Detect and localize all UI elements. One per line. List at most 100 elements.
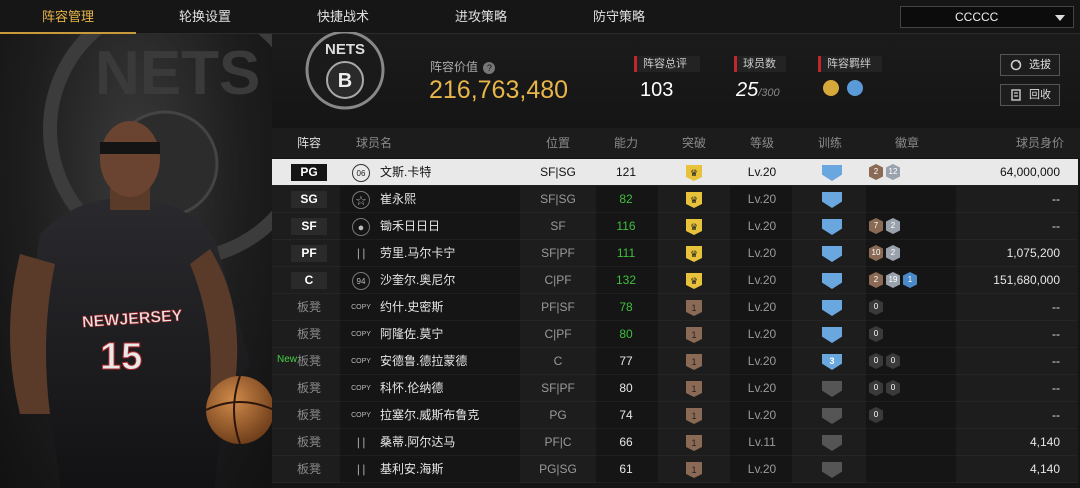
bonds-label: 阵容羁绊 xyxy=(818,56,882,72)
badge-chip[interactable]: 10 xyxy=(869,245,883,261)
player-position: PF|SF xyxy=(541,300,575,314)
player-ability: 74 xyxy=(619,408,633,422)
player-ability: 121 xyxy=(615,165,637,179)
lineup-value-label: 阵容价值 ? xyxy=(430,58,496,75)
table-row[interactable]: SG ☆ 崔永熙 SF|SG 82 ♛ Lv.20 -- xyxy=(272,186,1078,213)
col-name[interactable]: 球员名 xyxy=(354,128,394,158)
badge-chip[interactable]: 0 xyxy=(886,353,900,369)
player-position: C|PF xyxy=(544,327,572,341)
player-value: -- xyxy=(1052,408,1060,422)
badge-chip[interactable]: 0 xyxy=(869,299,883,315)
bench-label[interactable]: 板凳 xyxy=(291,429,327,456)
badge-chip[interactable]: 2 xyxy=(869,272,883,288)
player-level: Lv.11 xyxy=(748,435,776,449)
team-select-dropdown[interactable]: CCCCC xyxy=(900,6,1074,28)
player-value: 4,140 xyxy=(1029,462,1060,476)
badge-chip[interactable]: 0 xyxy=(869,380,883,396)
player-ability: 78 xyxy=(619,300,633,314)
bonds-icons[interactable] xyxy=(823,80,864,101)
copy-card-icon: COPY xyxy=(351,331,371,338)
player-value: 151,680,000 xyxy=(993,273,1060,287)
lineup-slot-badge[interactable]: PF xyxy=(291,245,327,262)
player-level: Lv.20 xyxy=(747,246,777,260)
badge-chip[interactable]: 0 xyxy=(869,326,883,342)
player-name[interactable]: 基利安.海斯 xyxy=(380,456,443,483)
tab-lineup-management[interactable]: 阵容管理 xyxy=(0,0,136,34)
bench-label[interactable]: 板凳 xyxy=(291,348,327,375)
select-button[interactable]: 选拔 xyxy=(1000,54,1060,76)
bars-icon: ∣∣ xyxy=(355,248,367,260)
table-row[interactable]: SF ● 锄禾日日日 SF 116 ♛ Lv.20 7 2 -- xyxy=(272,213,1078,240)
player-level: Lv.20 xyxy=(747,408,777,422)
badge-chip[interactable]: 0 xyxy=(886,380,900,396)
badge-chip[interactable]: 2 xyxy=(869,164,883,180)
col-breakthrough[interactable]: 突破 xyxy=(670,128,718,158)
player-position: PG xyxy=(549,408,567,422)
player-name[interactable]: 约什.史密斯 xyxy=(380,294,443,321)
player-name[interactable]: 崔永熙 xyxy=(380,186,416,213)
player-level: Lv.20 xyxy=(747,381,777,395)
table-row[interactable]: 板凳 ∣∣ 桑蒂.阿尔达马 PF|C 66 1 Lv.11 4,140 xyxy=(272,429,1078,456)
help-icon[interactable]: ? xyxy=(483,62,496,74)
badge-chip[interactable]: 12 xyxy=(886,164,900,180)
player-name[interactable]: 劳里.马尔卡宁 xyxy=(380,240,455,267)
lineup-slot-badge[interactable]: SG xyxy=(291,191,327,208)
lineup-slot-badge[interactable]: C xyxy=(291,272,327,289)
bench-label[interactable]: 板凳 xyxy=(291,402,327,429)
bench-label[interactable]: 板凳 xyxy=(291,294,327,321)
badge-chip[interactable]: 0 xyxy=(869,407,883,423)
col-badges[interactable]: 徽章 xyxy=(874,128,940,158)
player-ability: 61 xyxy=(619,462,633,476)
team-logo: NETS B xyxy=(305,32,385,110)
players-value: 25 xyxy=(736,79,759,101)
table-row[interactable]: 板凳 COPY 阿隆佐.莫宁 C|PF 80 1 Lv.20 0 -- xyxy=(272,321,1078,348)
table-row[interactable]: 板凳 COPY 约什.史密斯 PF|SF 78 1 Lv.20 0 -- xyxy=(272,294,1078,321)
badge-chip[interactable]: 1 xyxy=(903,272,917,288)
player-name[interactable]: 锄禾日日日 xyxy=(380,213,440,240)
player-name[interactable]: 桑蒂.阿尔达马 xyxy=(380,429,455,456)
table-row[interactable]: 板凳 COPY 科怀.伦纳德 SF|PF 80 1 Lv.20 0 0 -- xyxy=(272,375,1078,402)
lineup-slot-badge[interactable]: PG xyxy=(291,164,327,181)
recycle-button[interactable]: 回收 xyxy=(1000,84,1060,106)
tab-defense-strategy[interactable]: 防守策略 xyxy=(550,0,688,34)
player-value: -- xyxy=(1052,354,1060,368)
col-position[interactable]: 位置 xyxy=(528,128,588,158)
bench-label[interactable]: 板凳 xyxy=(291,375,327,402)
player-ability: 66 xyxy=(619,435,633,449)
tab-rotation-settings[interactable]: 轮换设置 xyxy=(136,0,274,34)
player-value: -- xyxy=(1052,381,1060,395)
bars-icon: ∣∣ xyxy=(355,464,367,476)
player-name[interactable]: 拉塞尔.威斯布鲁克 xyxy=(380,402,479,429)
table-row[interactable]: PG 06 文斯.卡特 SF|SG 121 ♛ Lv.20 2 12 64,000,000 xyxy=(272,159,1078,186)
table-row[interactable]: PF ∣∣ 劳里.马尔卡宁 SF|PF 111 ♛ Lv.20 10 2 1,075,200 xyxy=(272,240,1078,267)
player-name[interactable]: 文斯.卡特 xyxy=(380,159,431,186)
jersey-number-text: 15 xyxy=(100,336,142,378)
player-name[interactable]: 安德鲁.德拉蒙德 xyxy=(380,348,467,375)
badge-chip[interactable]: 19 xyxy=(886,272,900,288)
tab-offense-strategy[interactable]: 进攻策略 xyxy=(412,0,550,34)
col-ability[interactable]: 能力 xyxy=(602,128,650,158)
player-name[interactable]: 沙奎尔.奥尼尔 xyxy=(380,267,455,294)
table-row[interactable]: 板凳 COPY 拉塞尔.威斯布鲁克 PG 74 1 Lv.20 0 -- xyxy=(272,402,1078,429)
player-position: C|PF xyxy=(544,273,572,287)
col-value[interactable]: 球员身价 xyxy=(1000,128,1080,158)
lineup-slot-badge[interactable]: SF xyxy=(291,218,327,235)
player-name[interactable]: 科怀.伦纳德 xyxy=(380,375,443,402)
player-position: PF|C xyxy=(544,435,572,449)
tab-quick-tactics[interactable]: 快捷战术 xyxy=(274,0,412,34)
badge-chip[interactable]: 7 xyxy=(869,218,883,234)
badge-chip[interactable]: 2 xyxy=(886,218,900,234)
table-row[interactable]: 板凳 ∣∣ 基利安.海斯 PG|SG 61 1 Lv.20 4,140 xyxy=(272,456,1078,483)
table-row[interactable]: C 94 沙奎尔.奥尼尔 C|PF 132 ♛ Lv.20 2 19 1 151,680,000 xyxy=(272,267,1078,294)
badge-chip[interactable]: 0 xyxy=(869,353,883,369)
player-value: 1,075,200 xyxy=(1006,246,1060,260)
col-training[interactable]: 训练 xyxy=(806,128,854,158)
badge-chip[interactable]: 2 xyxy=(886,245,900,261)
table-row[interactable]: New 板凳 COPY 安德鲁.德拉蒙德 C 77 1 Lv.20 3 0 0 -- xyxy=(272,348,1078,375)
team-logo-text: NETS xyxy=(325,41,365,58)
bench-label[interactable]: 板凳 xyxy=(291,456,327,483)
col-lineup[interactable]: 阵容 xyxy=(286,128,332,158)
bench-label[interactable]: 板凳 xyxy=(291,321,327,348)
col-level[interactable]: 等级 xyxy=(738,128,786,158)
player-name[interactable]: 阿隆佐.莫宁 xyxy=(380,321,443,348)
